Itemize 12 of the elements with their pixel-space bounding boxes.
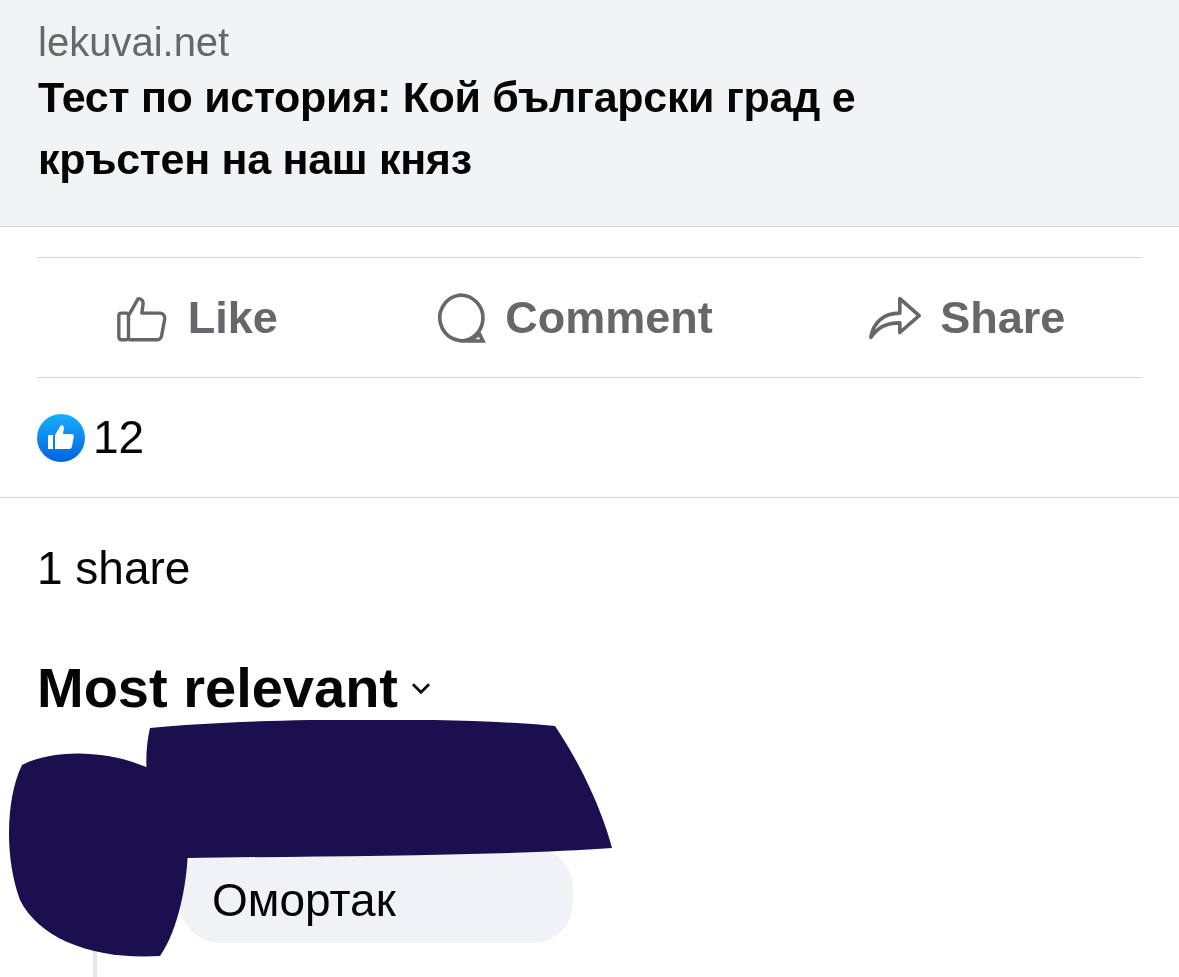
comment-button[interactable]: Comment (431, 283, 713, 352)
chevron-down-icon (412, 682, 430, 694)
comment-bubble: Омортак (180, 848, 573, 943)
link-preview-card[interactable]: lekuvai.net Тест по история: Кой български град е кръстен на наш княз (0, 0, 1179, 227)
link-title: Тест по история: Кой български град е кръстен на наш княз (38, 72, 857, 185)
like-reaction-icon (37, 413, 85, 462)
link-domain: lekuvai.net (38, 19, 231, 66)
reaction-count[interactable]: 12 (93, 403, 145, 472)
share-button[interactable]: Share (866, 283, 1066, 352)
share-count[interactable]: 1 share (0, 498, 1179, 598)
like-button[interactable]: Like (113, 283, 278, 352)
sort-dropdown[interactable]: Most relevant (0, 598, 430, 720)
